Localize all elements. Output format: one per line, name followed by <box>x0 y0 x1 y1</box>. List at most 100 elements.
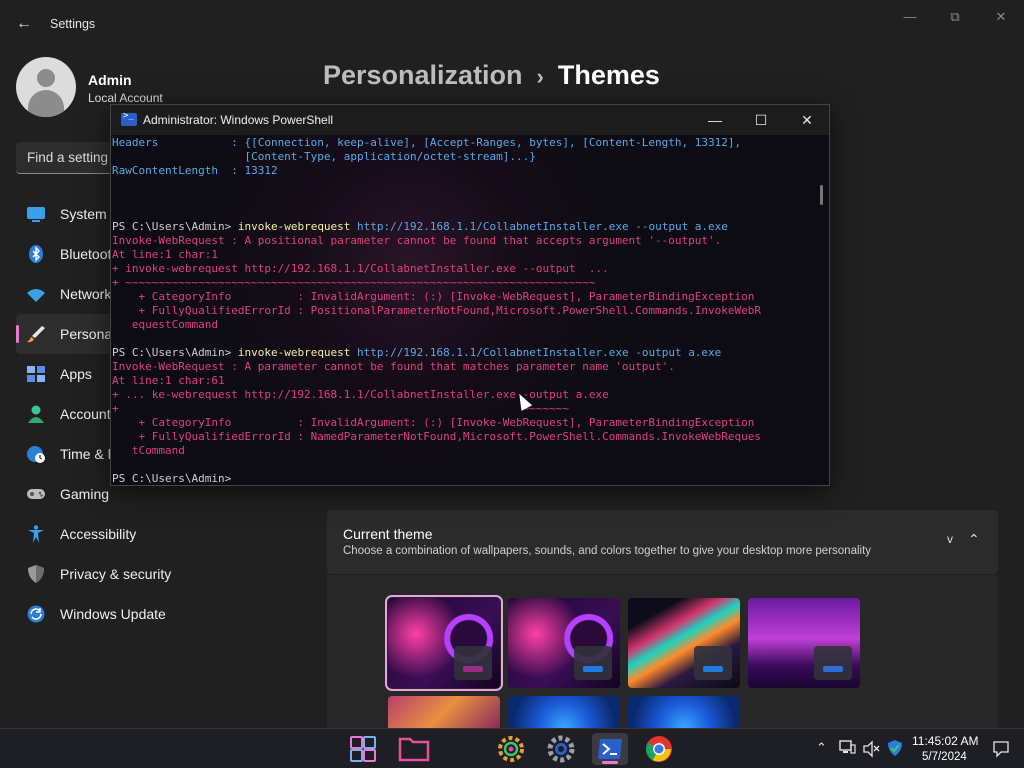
current-theme-v-label: v <box>947 532 953 546</box>
powershell-minimize-button[interactable]: — <box>703 111 727 129</box>
powershell-window[interactable]: Administrator: Windows PowerShell — ☐ ✕ … <box>110 104 830 486</box>
console-text: At line:1 char:61 <box>112 374 225 387</box>
shield-icon <box>28 565 44 583</box>
console-text: + ~~~~~~~~~~~~~~~~~~~~~~~~~~~~~~~~~~~~~~… <box>112 276 596 289</box>
gear-icon <box>547 735 575 763</box>
theme-thumbnail[interactable] <box>385 595 503 691</box>
sidebar-item-label: Privacy & security <box>60 566 172 582</box>
console-line: Invoke-WebRequest : A positional paramet… <box>112 234 812 248</box>
console-line: + FullyQualifiedErrorId : NamedParameter… <box>112 430 812 444</box>
theme-thumbnail[interactable] <box>508 598 620 688</box>
sidebar-item-label: Accounts <box>60 406 118 422</box>
theme-thumbnail[interactable] <box>388 696 500 728</box>
clock-date[interactable]: 5/7/2024 <box>922 751 967 763</box>
network-icon[interactable] <box>838 739 856 757</box>
breadcrumb-parent[interactable]: Personalization <box>323 60 523 90</box>
console-text: PS C:\Users\Admin> <box>112 472 232 485</box>
console-line: At line:1 char:1 <box>112 248 812 262</box>
theme-thumbnail[interactable] <box>748 598 860 688</box>
sidebar-item-windows-update[interactable]: Windows Update <box>16 594 316 634</box>
account-type: Local Account <box>88 91 163 105</box>
current-theme-title: Current theme <box>343 526 433 542</box>
sidebar-item-accessibility[interactable]: Accessibility <box>16 514 316 554</box>
taskbar-powershell[interactable] <box>592 733 628 765</box>
console-line: + ~~~~~~~~~~~~~~~~~~~~~~~~~~~~~~~~~~~~~~… <box>112 276 812 290</box>
taskbar-chrome[interactable] <box>641 733 677 765</box>
taskbar-file-explorer[interactable] <box>396 733 432 765</box>
console-text: Headers : {[Connection, keep-alive], [Ac… <box>112 136 742 149</box>
theme-thumbnail[interactable] <box>628 598 740 688</box>
notification-icon[interactable] <box>992 740 1010 758</box>
console-line: [Content-Type, application/octet-stream]… <box>112 150 812 164</box>
console-line: + CategoryInfo : InvalidArgument: (:) [I… <box>112 416 812 430</box>
console-line: equestCommand <box>112 318 812 332</box>
wifi-icon <box>27 289 45 302</box>
avatar[interactable] <box>16 57 76 117</box>
back-button[interactable]: ← <box>14 14 34 34</box>
console-line: PS C:\Users\Admin> invoke-webrequest htt… <box>112 346 812 360</box>
update-icon <box>27 605 45 623</box>
monitor-icon <box>27 207 45 222</box>
console-scrollbar[interactable] <box>820 185 823 205</box>
powershell-console[interactable]: Headers : {[Connection, keep-alive], [Ac… <box>111 135 829 485</box>
console-text: + CategoryInfo : InvalidArgument: (:) [I… <box>112 416 755 429</box>
maximize-button[interactable]: ⧉ <box>940 8 970 26</box>
powershell-icon <box>121 111 137 126</box>
person-icon <box>28 405 44 423</box>
chevron-up-icon[interactable]: ⌃ <box>968 531 980 548</box>
console-text: + ... ke-webrequest http://192.168.1.1/C… <box>112 388 609 401</box>
console-line: + ... ke-webrequest http://192.168.1.1/C… <box>112 388 812 402</box>
taskbar-settings[interactable] <box>543 733 579 765</box>
console-text: At line:1 char:1 <box>112 248 218 261</box>
clock-time[interactable]: 11:45:02 AM <box>912 734 979 748</box>
gear-color-icon <box>498 736 524 762</box>
title-bar: ← Settings — ⧉ ✕ <box>0 0 1024 48</box>
security-shield-icon[interactable] <box>886 739 904 757</box>
console-text: + FullyQualifiedErrorId : PositionalPara… <box>112 304 762 317</box>
start-button[interactable] <box>345 733 381 765</box>
console-line: + FullyQualifiedErrorId : PositionalPara… <box>112 304 812 318</box>
taskbar: ⌃ 11:45:02 AM 5/7/2024 <box>0 728 1024 768</box>
taskbar-settings-alt[interactable] <box>493 733 529 765</box>
console-line: tCommand <box>112 444 812 458</box>
search-placeholder: Find a setting <box>27 150 109 165</box>
powershell-title-bar[interactable]: Administrator: Windows PowerShell — ☐ ✕ <box>111 105 829 135</box>
console-line: + ~~~~~~~ <box>112 402 812 416</box>
console-text: + invoke-webrequest http://192.168.1.1/C… <box>112 262 609 275</box>
brush-icon <box>27 326 45 343</box>
current-theme-card[interactable]: Current theme Choose a combination of wa… <box>327 510 998 574</box>
console-line: Invoke-WebRequest : A parameter cannot b… <box>112 360 812 374</box>
apps-icon <box>27 366 45 382</box>
app-title: Settings <box>50 17 96 31</box>
windows-icon <box>350 736 376 762</box>
console-prompt: PS C:\Users\Admin> <box>112 346 238 359</box>
theme-thumbnail[interactable] <box>508 696 620 728</box>
console-command: invoke-webrequest <box>237 220 351 233</box>
volume-muted-icon[interactable] <box>862 740 880 758</box>
breadcrumb: Personalization › Themes <box>323 60 660 91</box>
accessibility-icon <box>28 525 44 543</box>
close-button[interactable]: ✕ <box>986 8 1016 26</box>
console-line: PS C:\Users\Admin> invoke-webrequest htt… <box>112 220 812 234</box>
user-name: Admin <box>88 72 132 88</box>
active-indicator <box>602 761 618 764</box>
powershell-close-button[interactable]: ✕ <box>795 111 819 129</box>
sidebar-item-label: System <box>60 206 107 222</box>
minimize-button[interactable]: — <box>895 8 925 26</box>
console-command-args: http://192.168.1.1/CollabnetInstaller.ex… <box>350 346 722 359</box>
console-line: Headers : {[Connection, keep-alive], [Ac… <box>112 136 812 150</box>
theme-thumbnail[interactable] <box>628 696 740 728</box>
sidebar-item-privacy[interactable]: Privacy & security <box>16 554 316 594</box>
tray-overflow-chevron[interactable]: ⌃ <box>816 740 827 756</box>
sidebar-item-label: Apps <box>60 366 92 382</box>
current-theme-description: Choose a combination of wallpapers, soun… <box>343 545 872 557</box>
console-line: + invoke-webrequest http://192.168.1.1/C… <box>112 262 812 276</box>
powershell-maximize-button[interactable]: ☐ <box>749 111 773 129</box>
sidebar-item-label: Accessibility <box>60 526 137 542</box>
console-text: tCommand <box>112 444 185 457</box>
sidebar-item-label: Windows Update <box>60 606 166 622</box>
